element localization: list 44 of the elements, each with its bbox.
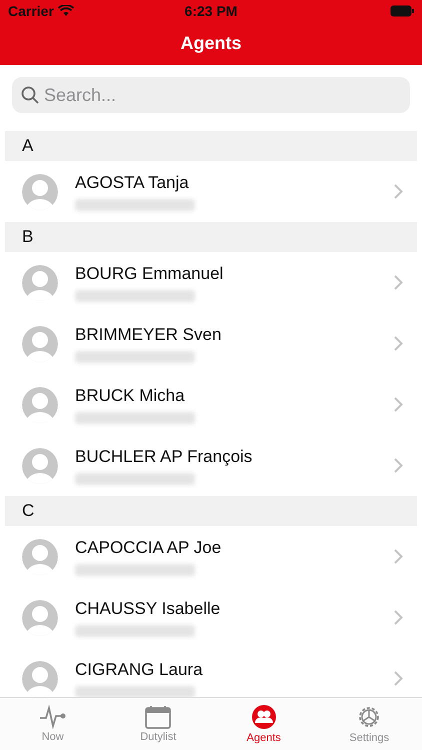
section-header: C (5, 496, 417, 526)
tab-bar-item[interactable]: Agents (211, 698, 316, 750)
avatar-icon (22, 448, 58, 484)
search-field[interactable]: Search... (12, 77, 410, 113)
agent-row[interactable]: BUCHLER AP François (5, 435, 417, 496)
carrier-label: Carrier (8, 3, 54, 19)
chevron-icon (394, 275, 403, 290)
agent-row[interactable]: BOURG Emmanuel (5, 252, 417, 313)
agent-row[interactable]: BRUCK Micha (5, 374, 417, 435)
chevron-icon (394, 184, 403, 199)
agent-name: BOURG Emmanuel (75, 264, 224, 284)
screen-title: Agents (180, 33, 242, 54)
agent-name: BUCHLER AP François (75, 446, 254, 466)
avatar-icon (22, 326, 58, 362)
avatar-icon (22, 264, 58, 300)
agent-name: CAPOCCIA AP Joe (75, 538, 222, 558)
chevron-icon (394, 671, 403, 686)
agent-name: CHAUSSY Isabelle (75, 598, 222, 618)
section-header: A (5, 131, 417, 161)
chevron-icon (394, 397, 403, 412)
agent-name: BRUCK Micha (75, 386, 186, 406)
avatar-icon (22, 538, 58, 574)
avatar-icon (22, 386, 58, 422)
wifi-icon (58, 5, 74, 17)
avatar-icon (22, 174, 58, 210)
agent-name: CIGRANG Laura (75, 660, 204, 680)
avatar-icon (22, 600, 58, 636)
agent-name: AGOSTA Tanja (75, 172, 190, 192)
status-time: 6:23 PM (184, 3, 238, 19)
agent-row[interactable]: AGOSTA Tanja (5, 161, 417, 222)
agent-name: BRIMMEYER Sven (75, 324, 222, 344)
calendar-icon (145, 705, 172, 729)
chevron-icon (394, 458, 403, 473)
agent-row[interactable]: CHAUSSY Isabelle (5, 587, 417, 648)
search-icon (21, 86, 39, 104)
chevron-icon (394, 549, 403, 564)
section-header: B (5, 222, 417, 252)
chevron-icon (394, 610, 403, 625)
battery-icon (390, 5, 414, 17)
pulse-icon (38, 705, 67, 729)
agent-row[interactable]: BRIMMEYER Sven (5, 313, 417, 374)
agent-row[interactable]: CAPOCCIA AP Joe (5, 526, 417, 587)
chevron-icon (394, 336, 403, 351)
people-icon (250, 704, 277, 730)
